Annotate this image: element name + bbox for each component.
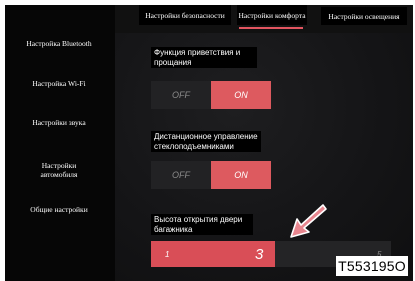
figure-code: T553195O xyxy=(336,256,408,276)
tab-label: Настройки комфорта xyxy=(238,10,306,20)
windows-on-option[interactable]: ON xyxy=(211,161,271,189)
sidebar-item-label: Общие настройки xyxy=(30,205,88,214)
tab-label: Настройки безопасности xyxy=(145,10,225,20)
greeting-toggle[interactable]: OFF ON xyxy=(151,81,271,109)
tab-lighting[interactable]: Настройки освещения xyxy=(321,7,407,25)
sidebar-item-bluetooth[interactable]: Настройка Bluetooth xyxy=(13,39,105,48)
greeting-off-option[interactable]: OFF xyxy=(151,81,211,109)
trunk-setting-label: Высота открытия двери багажника xyxy=(151,214,253,235)
sidebar-item-wifi[interactable]: Настройка Wi-Fi xyxy=(13,79,105,88)
sidebar-item-label: Настройки автомобиля xyxy=(40,161,78,179)
comfort-settings-panel: Функция приветствия и прощания OFF ON Ди… xyxy=(115,33,413,281)
sidebar: Настройка Bluetooth Настройка Wi-Fi Наст… xyxy=(5,5,115,281)
settings-screen: Настройка Bluetooth Настройка Wi-Fi Наст… xyxy=(5,5,413,281)
tab-bar: Настройки безопасности Настройки комфорт… xyxy=(115,5,413,33)
tab-comfort[interactable]: Настройки комфорта xyxy=(237,5,307,25)
tab-safety[interactable]: Настройки безопасности xyxy=(139,5,231,25)
greeting-setting-label: Функция приветствия и прощания xyxy=(151,47,257,68)
slider-value: 3 xyxy=(255,245,264,263)
sidebar-item-label: Настройка Bluetooth xyxy=(26,39,92,48)
sidebar-item-sound[interactable]: Настройки звука xyxy=(13,118,105,127)
windows-setting-label: Дистанционное управление стеклоподъемник… xyxy=(151,131,261,152)
active-tab-indicator xyxy=(239,27,303,29)
windows-off-option[interactable]: OFF xyxy=(151,161,211,189)
sidebar-item-label: Настройки звука xyxy=(32,118,86,127)
pointer-arrow-icon xyxy=(290,204,327,238)
sidebar-item-label: Настройка Wi-Fi xyxy=(32,79,86,88)
greeting-on-option[interactable]: ON xyxy=(211,81,271,109)
windows-toggle[interactable]: OFF ON xyxy=(151,161,271,189)
sidebar-item-general[interactable]: Общие настройки xyxy=(13,205,105,214)
slider-min-label: 1 xyxy=(165,249,170,259)
sidebar-item-vehicle[interactable]: Настройки автомобиля xyxy=(29,161,89,179)
tab-label: Настройки освещения xyxy=(328,11,400,21)
